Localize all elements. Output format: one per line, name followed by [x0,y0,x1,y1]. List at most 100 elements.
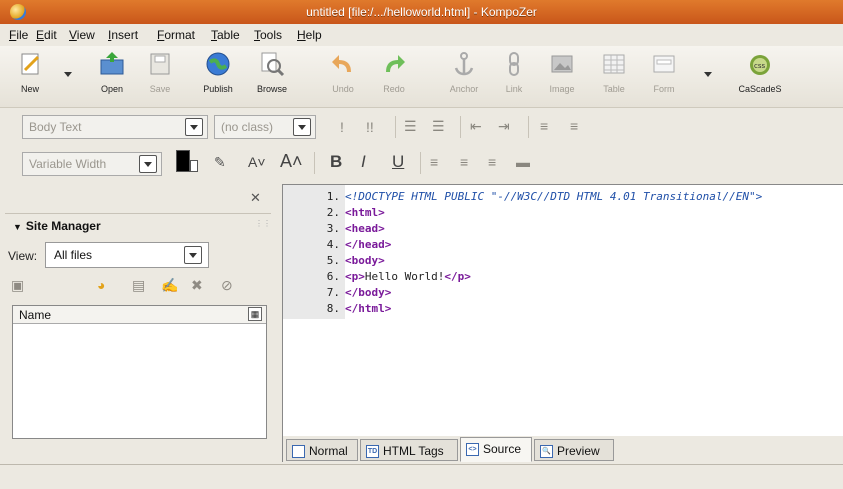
paragraph-style-select[interactable]: Body Text [22,115,208,139]
code-line[interactable]: 5. <body> [283,254,385,267]
class-dropdown-button[interactable] [293,118,311,136]
align-center-icon[interactable]: ≡ [540,118,548,134]
align-right-icon[interactable]: ≡ [488,154,496,170]
smaller-font-icon[interactable]: A˅ [248,154,266,170]
css-editor-icon: css [746,50,774,78]
new-button[interactable]: New [4,50,56,94]
larger-font-icon[interactable]: A˄ [280,151,303,172]
publish-globe-icon [204,50,232,78]
tab-normal[interactable]: Normal [286,439,358,461]
anchor-icon [450,50,478,78]
save-label: Save [149,84,171,94]
column-picker-icon[interactable]: ▦ [248,307,262,321]
text-color-swatch[interactable] [176,150,190,172]
underline-icon[interactable]: U [392,152,404,172]
link-label: Link [505,84,523,94]
menu-view[interactable]: View [69,28,95,42]
browse-button[interactable]: Browse [246,50,298,94]
numbered-list-icon[interactable]: ☰ [404,118,417,135]
toolbar-separator [528,116,529,138]
code-line[interactable]: 6. <p>Hello World!</p> [283,270,471,283]
code-line[interactable]: 8. </html> [283,302,392,315]
form-button[interactable]: Form [638,50,690,94]
preview-magnifier-icon: 🔍 [540,445,553,458]
table-icon [600,50,628,78]
panel-grip-icon[interactable]: ⋮⋮ [255,219,271,228]
emphasis-button[interactable]: ! [340,119,344,135]
link-button[interactable]: Link [488,50,540,94]
bulleted-list-icon[interactable]: ☰ [432,118,445,135]
table-button[interactable]: Table [588,50,640,94]
tab-preview[interactable]: 🔍 Preview [534,439,614,461]
edit-mode-tabs: Normal TD HTML Tags <> Source 🔍 Preview [282,436,843,462]
html-tags-icon: TD [366,445,379,458]
delete-icon[interactable]: ✖ [191,277,203,294]
edit-sites-icon[interactable]: ▣ [11,277,24,294]
menu-edit[interactable]: Edit [36,28,57,42]
menu-format[interactable]: Format [157,28,195,42]
close-panel-icon[interactable]: ✕ [250,190,261,206]
paragraph-style-value: Body Text [29,120,82,134]
undo-label: Undo [332,84,354,94]
undo-button[interactable]: Undo [317,50,369,94]
site-file-tree[interactable]: Name ▦ [12,305,267,439]
tab-html-tags[interactable]: TD HTML Tags [360,439,458,461]
paragraph-style-dropdown-button[interactable] [185,118,203,136]
strong-emphasis-button[interactable]: !! [366,119,374,135]
collapse-arrow-icon[interactable]: ▼ [13,222,22,232]
indent-icon[interactable]: ⇥ [498,118,510,135]
save-button[interactable]: Save [134,50,186,94]
bold-icon[interactable]: B [330,152,342,172]
align-justify-icon[interactable]: ≡ [570,118,578,134]
open-button[interactable]: Open [86,50,138,94]
tab-preview-label: Preview [557,444,600,458]
font-select[interactable]: Variable Width [22,152,162,176]
menu-insert[interactable]: Insert [108,28,138,42]
menu-tools[interactable]: Tools [254,28,282,42]
status-bar [0,464,843,489]
italic-icon[interactable]: I [361,152,366,172]
menu-file[interactable]: File [9,28,28,42]
class-select[interactable]: (no class) [214,115,316,139]
eraser-icon[interactable]: ✎ [214,154,226,171]
code-line[interactable]: 3. <head> [283,222,385,235]
format-toolbar-1: Body Text (no class) ! !! ☰ ☰ ⇤ ⇥ ≡ ≡ [0,110,843,144]
code-line[interactable]: 4. </head> [283,238,392,251]
view-dropdown-button[interactable] [184,246,202,264]
view-select[interactable]: All files [45,242,209,268]
code-line[interactable]: 1. <!DOCTYPE HTML PUBLIC "-//W3C//DTD HTM… [283,190,762,203]
name-column-header[interactable]: Name [19,308,51,322]
undo-arrow-icon [329,50,357,78]
image-button[interactable]: Image [536,50,588,94]
source-editor[interactable]: 1. <!DOCTYPE HTML PUBLIC "-//W3C//DTD HTM… [282,184,843,436]
align-center-icon-2[interactable]: ≡ [460,154,468,170]
new-label: New [20,84,39,94]
cascades-button[interactable]: css CaScadeS [734,50,786,94]
font-dropdown-button[interactable] [139,155,157,173]
form-dropdown-arrow[interactable] [704,72,712,77]
align-block-icon[interactable]: ▬ [516,154,530,170]
site-manager-title-text: Site Manager [25,219,101,233]
open-site-folder-icon[interactable]: ◕ [97,277,105,293]
code-line[interactable]: 7. </body> [283,286,392,299]
anchor-button[interactable]: Anchor [438,50,490,94]
menu-table[interactable]: Table [211,28,240,42]
outdent-icon[interactable]: ⇤ [470,118,482,135]
highlight-color-swatch[interactable] [190,160,198,172]
new-folder-icon[interactable]: ▤ [132,277,145,294]
new-dropdown-arrow[interactable] [64,72,72,77]
menu-help[interactable]: Help [297,28,322,42]
save-disk-icon [146,50,174,78]
html-tag-token: </head> [345,238,392,251]
align-left-icon[interactable]: ≡ [430,154,438,170]
code-line[interactable]: 2. <html> [283,206,385,219]
class-value: (no class) [221,120,274,134]
tab-source[interactable]: <> Source [460,437,532,462]
publish-button[interactable]: Publish [192,50,244,94]
stop-icon[interactable]: ⊘ [221,277,233,294]
window-title: untitled [file:/.../helloworld.html] - K… [306,5,537,19]
cascades-label: CaScadeS [738,84,782,94]
composition-toolbar: New Open Save Publish Browse Undo Redo A… [0,46,843,108]
rename-icon[interactable]: ✍ [161,277,178,294]
redo-button[interactable]: Redo [368,50,420,94]
